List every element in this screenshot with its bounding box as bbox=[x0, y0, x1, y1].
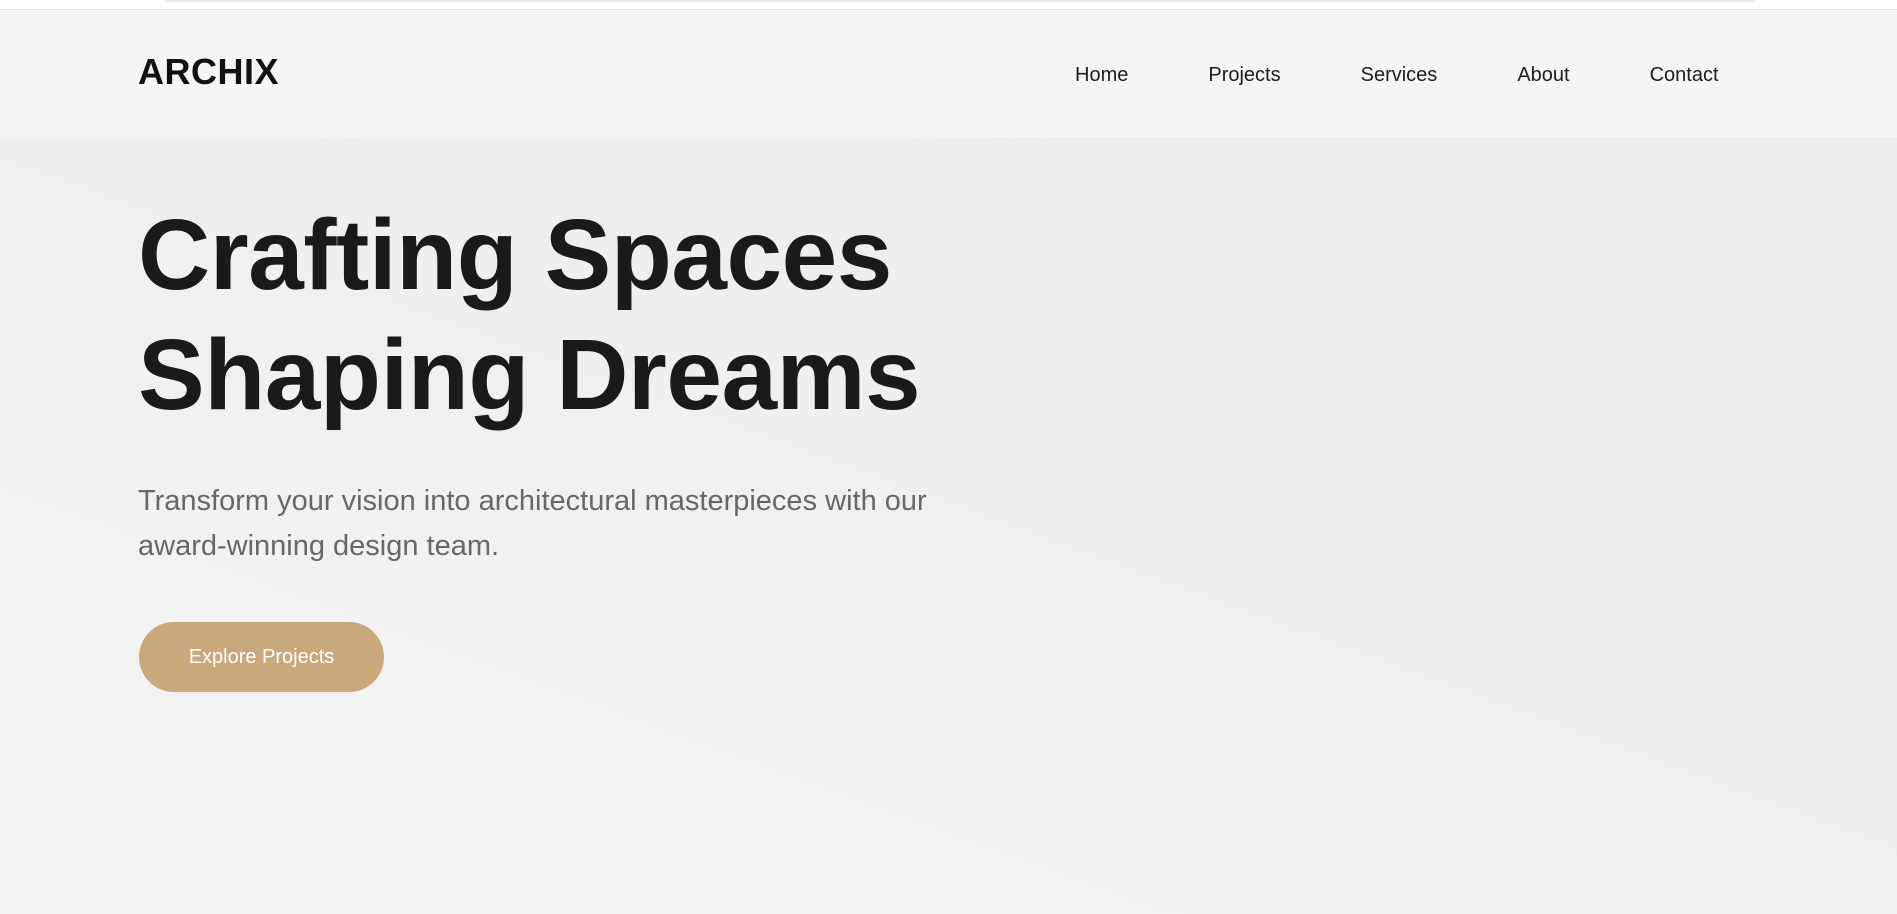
hero-title: Crafting Spaces Shaping Dreams bbox=[138, 195, 1038, 435]
site-logo[interactable]: ARCHIX bbox=[138, 54, 279, 90]
nav-link-about[interactable]: About bbox=[1517, 62, 1569, 88]
page: ARCHIX Home Projects Services About Cont… bbox=[0, 0, 1897, 914]
nav-link-home[interactable]: Home bbox=[1075, 62, 1128, 88]
hero-section: Crafting Spaces Shaping Dreams Transform… bbox=[138, 195, 1038, 569]
hero-subtitle: Transform your vision into architectural… bbox=[138, 485, 927, 562]
nav-link-contact[interactable]: Contact bbox=[1650, 62, 1719, 88]
browser-top-strip bbox=[0, 0, 1897, 10]
nav-link-projects[interactable]: Projects bbox=[1208, 62, 1280, 88]
explore-projects-button[interactable]: Explore Projects bbox=[139, 622, 384, 692]
hero-title-line-1: Crafting Spaces bbox=[138, 199, 892, 311]
navbar: ARCHIX Home Projects Services About Cont… bbox=[0, 10, 1897, 137]
top-divider bbox=[165, 0, 1755, 2]
nav-link-services[interactable]: Services bbox=[1361, 62, 1438, 88]
hero-title-line-2: Shaping Dreams bbox=[138, 319, 921, 431]
main-nav: Home Projects Services About Contact bbox=[1075, 62, 1719, 88]
